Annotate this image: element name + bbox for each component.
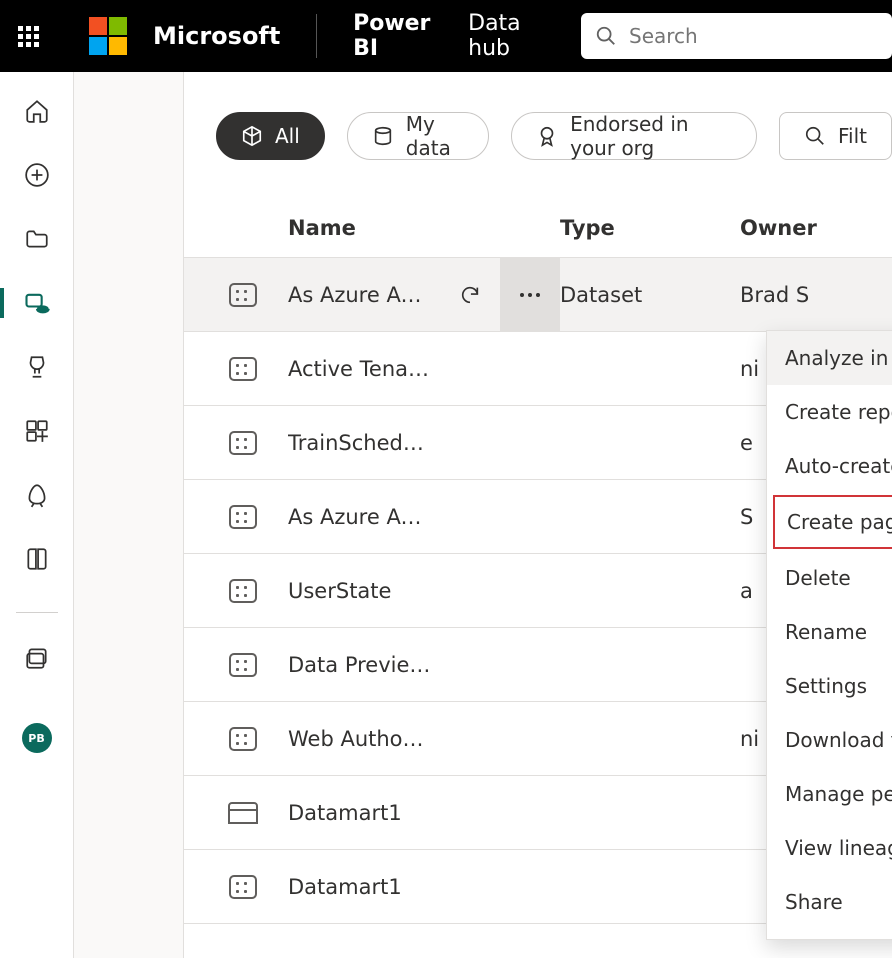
col-type[interactable]: Type: [560, 216, 740, 240]
dataset-icon: [198, 505, 288, 529]
filter-all[interactable]: All: [216, 112, 325, 160]
search-input[interactable]: [629, 24, 878, 48]
more-options-button: [500, 850, 560, 923]
filter-by-keyword[interactable]: Filt: [779, 112, 892, 160]
nav-deployment[interactable]: [18, 476, 56, 514]
microsoft-logo-icon: [89, 17, 127, 55]
row-context-menu: Analyze in Excel Create report Auto-crea…: [766, 330, 892, 940]
nav-rail: PB: [0, 72, 74, 958]
more-options-button: [500, 406, 560, 479]
col-name[interactable]: Name: [288, 216, 560, 240]
row-name[interactable]: Data Preview Usage: [288, 653, 440, 677]
search-icon: [595, 25, 617, 47]
menu-view-lineage[interactable]: View lineage: [767, 821, 892, 875]
menu-delete[interactable]: Delete: [767, 551, 892, 605]
filter-all-label: All: [275, 124, 300, 148]
table-row[interactable]: As Azure Adventure … DatasetBrad S: [184, 258, 892, 332]
menu-settings[interactable]: Settings: [767, 659, 892, 713]
dataset-icon: [198, 727, 288, 751]
row-name[interactable]: Datamart1: [288, 801, 440, 825]
menu-analyze-in-excel[interactable]: Analyze in Excel: [767, 331, 892, 385]
row-name[interactable]: As Azure Adventure …: [288, 283, 440, 307]
nav-workspaces[interactable]: [18, 639, 56, 677]
filter-my-data-label: My data: [406, 112, 464, 160]
more-options-button: [500, 480, 560, 553]
more-options-button: [500, 628, 560, 701]
nav-apps[interactable]: [18, 412, 56, 450]
datamart-icon: [198, 802, 288, 824]
row-name[interactable]: TrainScheduleStatus: [288, 431, 440, 455]
header-divider: [316, 14, 317, 58]
dataset-icon: [198, 653, 288, 677]
rail-divider: [16, 612, 58, 613]
dataset-icon: [198, 431, 288, 455]
menu-share[interactable]: Share: [767, 875, 892, 929]
row-name[interactable]: As Azure Adventure Works II: [288, 505, 440, 529]
menu-create-paginated-report[interactable]: Create paginated report: [773, 495, 892, 549]
nav-home[interactable]: [18, 92, 56, 130]
nav-create[interactable]: [18, 156, 56, 194]
row-name[interactable]: Web Authoring Usage: [288, 727, 440, 751]
menu-rename[interactable]: Rename: [767, 605, 892, 659]
secondary-panel: [74, 72, 184, 958]
row-name[interactable]: Active Tenants & Renders: [288, 357, 440, 381]
menu-manage-permissions[interactable]: Manage permissions: [767, 767, 892, 821]
filter-pillbar: All My data Endorsed in your org Filt: [184, 112, 892, 160]
dataset-icon: [198, 283, 288, 307]
global-header: Microsoft Power BI Data hub: [0, 0, 892, 72]
refresh-icon[interactable]: [440, 284, 500, 306]
filter-endorsed[interactable]: Endorsed in your org: [511, 112, 757, 160]
row-owner: Brad S: [740, 283, 892, 307]
page-label[interactable]: Data hub: [468, 11, 541, 61]
product-label[interactable]: Power BI: [353, 11, 432, 61]
row-name[interactable]: Datamart1: [288, 875, 440, 899]
row-name[interactable]: UserState: [288, 579, 440, 603]
menu-download-file[interactable]: Download this file: [767, 713, 892, 767]
menu-create-report[interactable]: Create report: [767, 385, 892, 439]
global-search[interactable]: [581, 13, 892, 59]
more-options-button: [500, 554, 560, 627]
more-options-button: [500, 776, 560, 849]
main-content: All My data Endorsed in your org Filt: [184, 72, 892, 958]
col-owner[interactable]: Owner: [740, 216, 892, 240]
dataset-icon: [198, 875, 288, 899]
more-options-button: [500, 702, 560, 775]
avatar[interactable]: PB: [22, 723, 52, 753]
nav-metrics[interactable]: [18, 348, 56, 386]
menu-auto-create-report[interactable]: Auto-create report: [767, 439, 892, 493]
dataset-icon: [198, 579, 288, 603]
filter-my-data[interactable]: My data: [347, 112, 489, 160]
filter-by-keyword-label: Filt: [838, 124, 867, 148]
nav-data-hub[interactable]: [18, 284, 56, 322]
more-options-button[interactable]: [500, 258, 560, 331]
filter-endorsed-label: Endorsed in your org: [570, 112, 732, 160]
nav-learn[interactable]: [18, 540, 56, 578]
more-options-button: [500, 332, 560, 405]
dataset-icon: [198, 357, 288, 381]
app-launcher-icon[interactable]: [18, 26, 39, 47]
microsoft-label: Microsoft: [153, 22, 280, 50]
table-header-row: Name Type Owner: [184, 198, 892, 258]
nav-browse[interactable]: [18, 220, 56, 258]
row-type: Dataset: [560, 283, 740, 307]
